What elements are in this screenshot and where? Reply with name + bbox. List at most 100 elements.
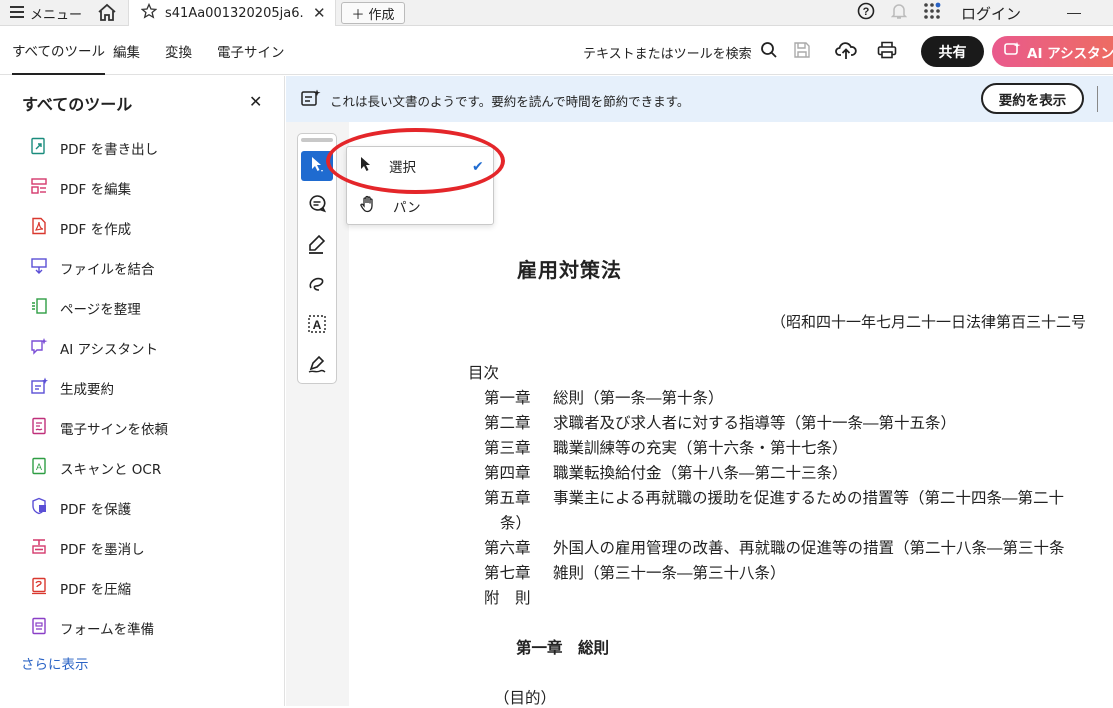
draw-tool-button[interactable] [301, 271, 333, 301]
tool-item-compress-pdf[interactable]: PDF を圧縮 [30, 576, 131, 600]
summary-icon [30, 377, 48, 399]
toc-chapter: 附 則 [484, 589, 531, 607]
tabbar-right: ? ログイン [841, 0, 1113, 26]
tool-item-label: PDF を保護 [60, 502, 132, 518]
search-label: テキストまたはツールを検索 [583, 46, 752, 62]
ai-sparkle-icon [1004, 41, 1021, 62]
tool-item-ai-assistant[interactable]: AI アシスタント [30, 336, 158, 360]
organize-pages-icon [30, 297, 48, 319]
plus-icon: ＋ [351, 7, 365, 23]
toc-entry: 雑則（第三十一条―第三十八条） [553, 564, 786, 582]
tab-edit[interactable]: 編集 [113, 27, 140, 75]
toc-entry: 総則（第一条―第十条） [553, 389, 724, 407]
share-button[interactable]: 共有 [921, 36, 984, 67]
tool-item-label: 生成要約 [60, 382, 114, 398]
tool-item-label: 電子サインを依頼 [60, 422, 168, 438]
search-icon [760, 41, 778, 63]
drag-handle[interactable] [301, 138, 333, 142]
tool-item-label: PDF を作成 [60, 222, 132, 238]
toc-chapter: 第三章 [484, 439, 531, 457]
tool-item-request-signature[interactable]: 電子サインを依頼 [30, 416, 168, 440]
document-tab-title: s41Aa001320205ja6.... [165, 5, 305, 21]
ai-assistant-button[interactable]: AI アシスタント [992, 36, 1113, 67]
star-icon[interactable] [140, 2, 158, 23]
ai-assistant-icon [30, 337, 48, 359]
summary-icon [301, 89, 321, 111]
tool-item-scan-ocr[interactable]: A スキャンと OCR [30, 456, 161, 480]
text-box-icon: A [307, 314, 327, 338]
menu-button[interactable]: メニュー [10, 4, 82, 23]
tool-item-protect-pdf[interactable]: PDF を保護 [30, 496, 131, 520]
tool-item-organize-pages[interactable]: ページを整理 [30, 296, 141, 320]
home-icon[interactable] [97, 3, 117, 26]
tool-item-export-pdf[interactable]: PDF を書き出し [30, 136, 158, 160]
highlight-tool-button[interactable] [301, 231, 333, 261]
scan-ocr-icon: A [30, 457, 48, 479]
show-more-link[interactable]: さらに表示 [21, 653, 89, 673]
combine-files-icon [30, 257, 48, 279]
banner-divider [1097, 86, 1098, 112]
close-panel-icon[interactable]: ✕ [249, 92, 262, 111]
tool-item-label: フォームを準備 [60, 622, 155, 638]
export-pdf-icon [30, 137, 48, 159]
toc-chapter: 第四章 [484, 464, 531, 482]
cursor-icon [309, 155, 325, 177]
tool-item-label: PDF を墨消し [60, 542, 145, 558]
compress-pdf-icon [30, 577, 48, 599]
tool-search[interactable]: テキストまたはツールを検索 [583, 41, 778, 63]
show-summary-button[interactable]: 要約を表示 [981, 83, 1084, 114]
bell-icon[interactable] [890, 2, 908, 24]
toc-heading: 目次 [468, 364, 500, 382]
minimize-icon[interactable] [1067, 12, 1081, 14]
toc-entry: 事業主による再就職の援助を促進するための措置等（第二十四条―第二十 [553, 489, 1065, 507]
comment-tool-button[interactable] [301, 191, 333, 221]
print-icon[interactable] [877, 41, 897, 63]
help-icon[interactable]: ? [857, 2, 875, 24]
prepare-form-icon [30, 617, 48, 639]
create-pdf-icon [30, 217, 48, 239]
tab-e-sign[interactable]: 電子サイン [217, 27, 285, 75]
tool-item-label: スキャンと OCR [60, 462, 162, 478]
tool-item-create-pdf[interactable]: PDF を作成 [30, 216, 131, 240]
tool-item-summary[interactable]: 生成要約 [30, 376, 114, 400]
document-tab[interactable]: s41Aa001320205ja6.... ✕ [128, 0, 336, 26]
close-tab-icon[interactable]: ✕ [313, 4, 326, 22]
pen-sign-icon [307, 354, 327, 378]
hand-icon [359, 195, 377, 217]
document-title: 雇用対策法 [517, 258, 622, 282]
save-icon[interactable] [793, 41, 811, 63]
toc-entry: 外国人の雇用管理の改善、再就職の促進等の措置（第二十八条―第三十条 [553, 539, 1065, 557]
tool-item-edit-pdf[interactable]: PDF を編集 [30, 176, 131, 200]
create-new-button[interactable]: ＋ 作成 [341, 2, 405, 24]
sign-tool-button[interactable] [301, 351, 333, 381]
tab-convert[interactable]: 変換 [165, 27, 192, 75]
summary-banner: これは長い文書のようです。要約を読んで時間を節約できます。 要約を表示 [286, 76, 1113, 122]
law-number: （昭和四十一年七月二十一日法律第百三十二号 [771, 313, 1087, 331]
ai-assistant-label: AI アシスタント [1027, 45, 1113, 62]
menu-item-pan[interactable]: パン [359, 191, 491, 221]
tool-item-label: AI アシスタント [60, 342, 158, 358]
main-toolbar: すべてのツール 編集 変換 電子サイン テキストまたはツールを検索 共有 AI … [0, 27, 1113, 75]
article-heading: （目的） [494, 689, 557, 707]
toc-chapter: 第七章 [484, 564, 531, 582]
text-select-tool-button[interactable]: A [301, 311, 333, 341]
login-button[interactable]: ログイン [961, 3, 1021, 24]
request-signature-icon [30, 417, 48, 439]
tool-item-label: PDF を圧縮 [60, 582, 132, 598]
toc-chapter: 第一章 [484, 389, 531, 407]
tool-item-label: PDF を編集 [60, 182, 132, 198]
toc-chapter: 第二章 [484, 414, 531, 432]
tool-item-label: ファイルを結合 [60, 262, 155, 278]
upload-cloud-icon[interactable] [835, 41, 857, 64]
apps-grid-icon[interactable] [923, 2, 941, 24]
toc-entry: 条） [500, 514, 532, 532]
tool-item-prepare-form[interactable]: フォームを準備 [30, 616, 154, 640]
annotation-circle [326, 128, 505, 194]
banner-message: これは長い文書のようです。要約を読んで時間を節約できます。 [330, 94, 690, 109]
tool-item-redact-pdf[interactable]: PDF を墨消し [30, 536, 145, 560]
highlighter-icon [307, 234, 327, 258]
freehand-draw-icon [307, 274, 327, 298]
tool-item-label: PDF を書き出し [60, 142, 159, 158]
tab-all-tools[interactable]: すべてのツール [12, 27, 106, 75]
tool-item-combine-files[interactable]: ファイルを結合 [30, 256, 155, 280]
